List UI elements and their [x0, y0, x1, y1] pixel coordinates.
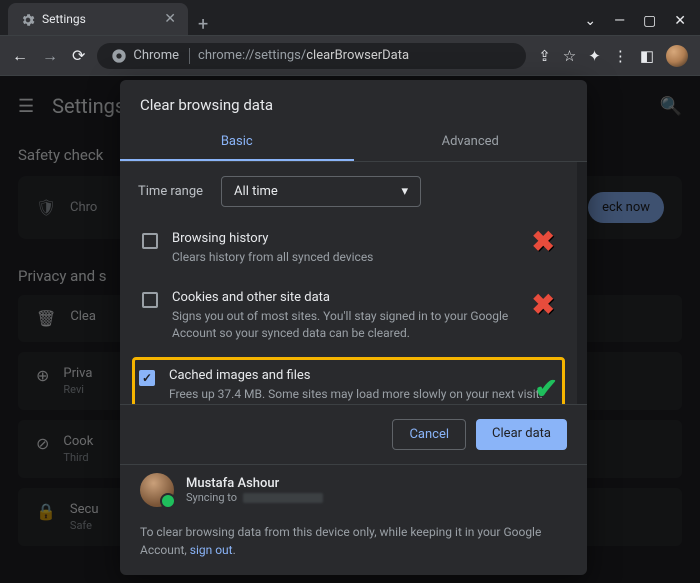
site-chip: Chrome [111, 48, 190, 64]
minimize-icon[interactable]: — [614, 13, 625, 29]
toolbar: ← → ⟳ Chrome chrome://settings/clearBrow… [0, 36, 700, 76]
url-text: chrome://settings/clearBrowserData [198, 48, 409, 63]
share-icon[interactable]: ⇪ [538, 47, 551, 65]
chevron-down-icon[interactable]: ⌄ [584, 13, 596, 29]
sign-out-link[interactable]: sign out [190, 543, 233, 557]
time-range-value: All time [234, 184, 278, 199]
tab-advanced[interactable]: Advanced [354, 124, 588, 161]
cancel-button[interactable]: Cancel [392, 419, 466, 450]
user-name: Mustafa Ashour [186, 476, 323, 491]
dialog-tabs: Basic Advanced [120, 124, 587, 162]
address-bar[interactable]: Chrome chrome://settings/clearBrowserDat… [97, 43, 526, 69]
close-tab-icon[interactable]: ✕ [164, 11, 176, 27]
user-sync-label: Syncing to [186, 491, 237, 504]
reload-icon[interactable]: ⟳ [72, 46, 85, 66]
option-subtitle: Signs you out of most sites. You'll stay… [172, 308, 555, 342]
extension-badge-icon[interactable]: ◧ [640, 47, 654, 65]
checkbox[interactable] [142, 292, 158, 308]
option-title: Cookies and other site data [172, 290, 555, 305]
annotation-x-icon: ✖ [532, 225, 555, 258]
gear-icon [20, 12, 34, 26]
synced-user-row: Mustafa Ashour Syncing to [120, 464, 587, 519]
chevron-down-icon: ▾ [402, 184, 409, 199]
option-browsing-history[interactable]: Browsing history Clears history from all… [138, 219, 559, 278]
option-title: Cached images and files [169, 368, 543, 383]
chrome-icon [111, 48, 127, 64]
star-icon[interactable]: ☆ [563, 47, 576, 65]
option-cached-files[interactable]: Cached images and files Frees up 37.4 MB… [132, 357, 565, 404]
scrollbar-thumb[interactable] [579, 162, 585, 282]
extensions-icon[interactable]: ✦ [588, 47, 601, 65]
window-controls: ⌄ — ▢ ✕ [584, 13, 700, 35]
checkbox[interactable] [142, 233, 158, 249]
tab-basic[interactable]: Basic [120, 124, 354, 161]
option-cookies[interactable]: Cookies and other site data Signs you ou… [138, 278, 559, 354]
forward-icon: → [42, 46, 58, 66]
time-range-label: Time range [138, 184, 203, 199]
option-subtitle: Frees up 37.4 MB. Some sites may load mo… [169, 386, 543, 403]
dialog-footnote: To clear browsing data from this device … [120, 519, 587, 575]
option-title: Browsing history [172, 231, 373, 246]
dialog-title: Clear browsing data [120, 80, 587, 124]
site-chip-label: Chrome [133, 48, 179, 63]
clear-data-button[interactable]: Clear data [476, 419, 567, 450]
maximize-icon[interactable]: ▢ [643, 13, 656, 29]
menu-icon[interactable]: ⋮ [613, 47, 628, 65]
back-icon[interactable]: ← [12, 46, 28, 66]
redacted-email [243, 493, 323, 503]
window-titlebar: Settings ✕ + ⌄ — ▢ ✕ [0, 0, 700, 36]
tab-title: Settings [42, 12, 86, 26]
new-tab-button[interactable]: + [188, 14, 218, 35]
clear-data-dialog: Clear browsing data Basic Advanced Time … [120, 80, 587, 575]
option-subtitle: Clears history from all synced devices [172, 249, 373, 266]
browser-tab[interactable]: Settings ✕ [8, 3, 188, 35]
profile-avatar[interactable] [666, 45, 688, 67]
user-avatar [140, 473, 174, 507]
time-range-select[interactable]: All time ▾ [221, 176, 421, 207]
close-window-icon[interactable]: ✕ [674, 13, 686, 29]
checkbox-checked[interactable] [139, 370, 155, 386]
